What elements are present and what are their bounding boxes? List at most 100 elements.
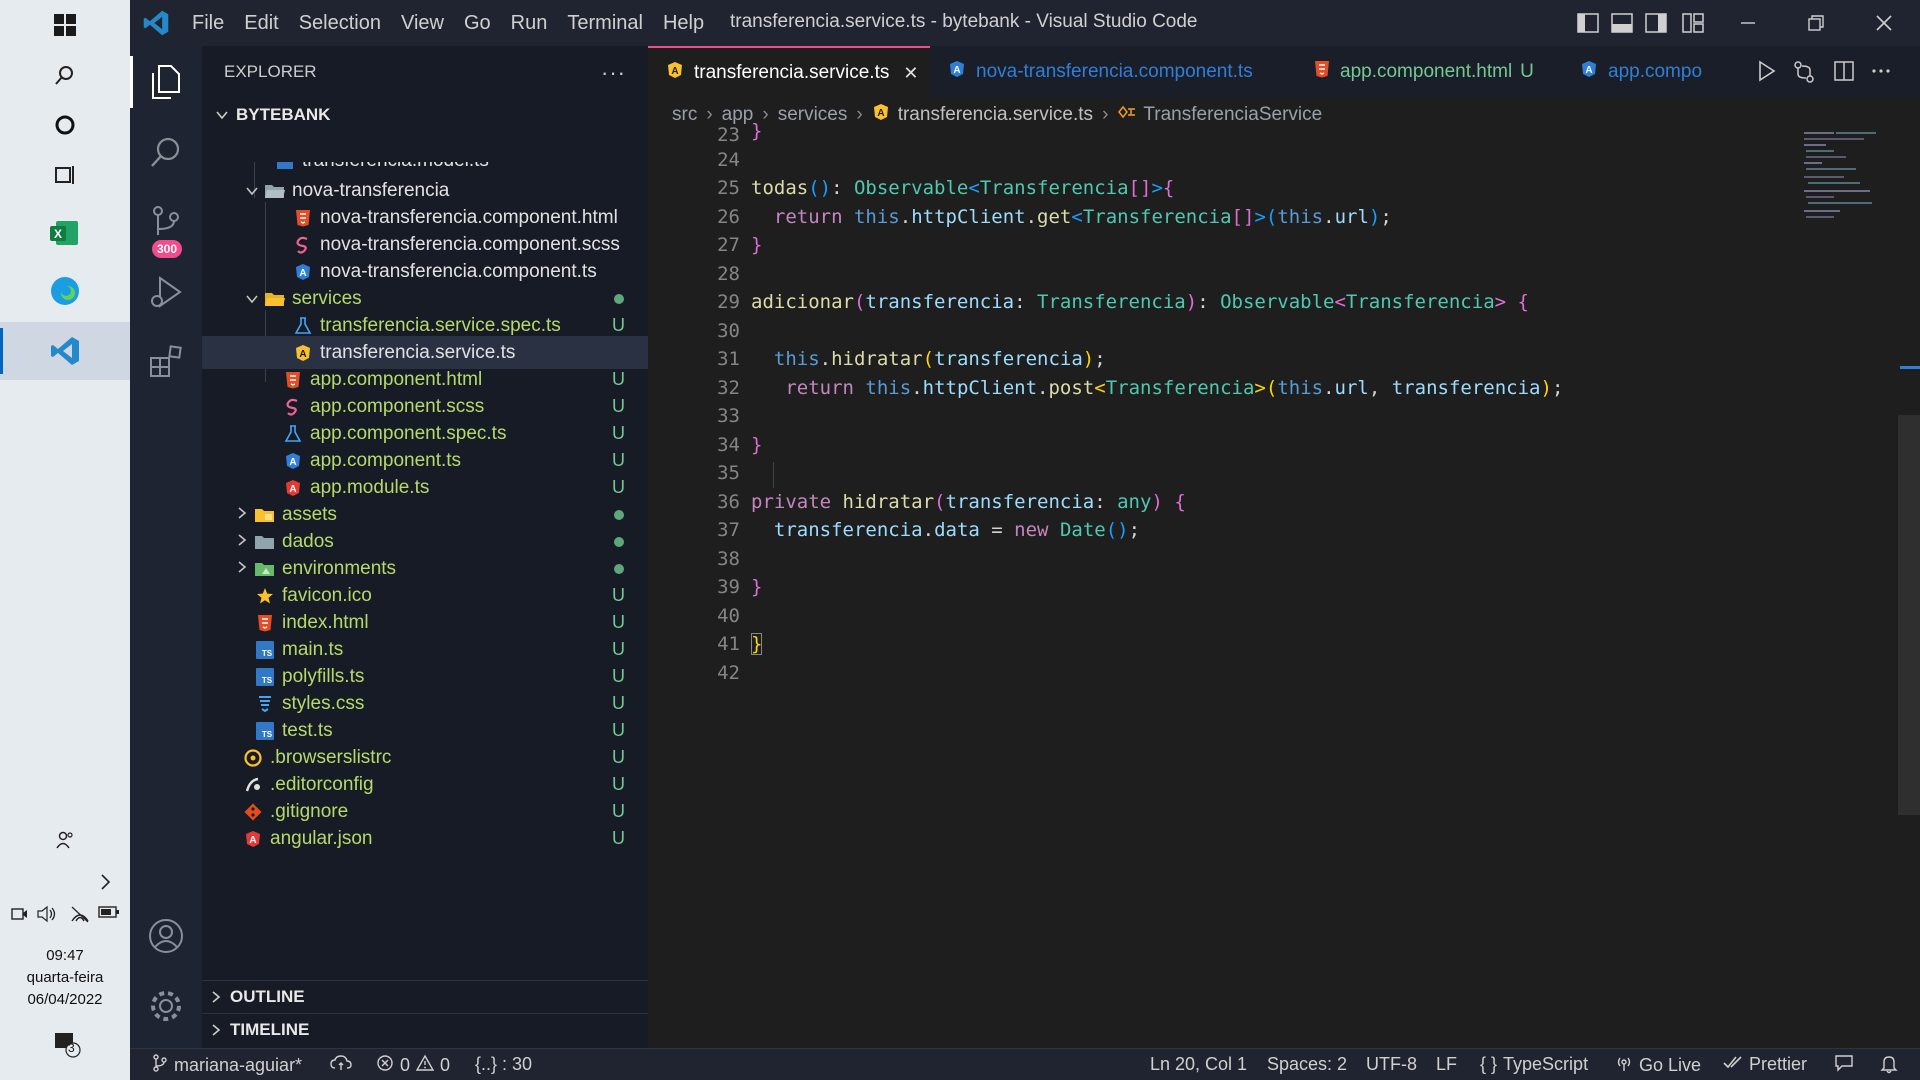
browserslist-icon [240,748,266,767]
code-line-27: } [751,234,763,256]
warning-count: 0 [440,1055,451,1075]
tab-transferencia-service[interactable]: A transferencia.service.ts ✕ [648,46,930,98]
line-number: 33 [717,405,740,427]
outline-section-header[interactable]: OUTLINE [202,980,648,1013]
cortana-icon[interactable] [0,100,130,150]
menu-selection[interactable]: Selection [289,12,391,35]
go-live-button[interactable]: Go Live [1615,1054,1701,1077]
volume-icon[interactable] [36,905,58,927]
tab-label: nova-transferencia.component.ts [976,61,1253,82]
encoding-indicator[interactable]: UTF-8 [1366,1054,1417,1075]
chevron-right-icon [232,533,252,550]
svg-text:A: A [671,66,678,77]
task-view-icon[interactable] [0,150,130,200]
bracket-pairs-indicator[interactable]: {..} : 30 [475,1054,532,1075]
indentation-indicator[interactable]: Spaces: 2 [1267,1054,1347,1075]
close-window-icon[interactable] [1866,8,1902,38]
tree-item-angular-json[interactable]: A angular.json U [202,822,648,855]
vscode-taskbar-icon[interactable] [0,322,130,380]
battery-icon[interactable] [98,905,120,923]
menu-edit[interactable]: Edit [234,12,288,35]
source-control-icon[interactable]: 300 [130,190,202,258]
line-number: 36 [717,491,740,513]
wifi-icon[interactable] [70,905,90,927]
minimize-icon[interactable] [1730,8,1766,38]
tree-item-label: main.ts [282,638,344,660]
menu-help[interactable]: Help [653,12,714,35]
menu-view[interactable]: View [391,12,454,35]
search-view-icon[interactable] [130,120,202,184]
prettier-indicator[interactable]: Prettier [1723,1054,1807,1075]
svg-text:A: A [1585,65,1592,76]
explorer-sidebar: EXPLORER ··· BYTEBANK transferencia.mode… [202,46,648,1048]
split-editor-icon[interactable] [1833,60,1855,87]
feedback-icon[interactable] [1834,1054,1854,1072]
branch-name: mariana-aguiar* [174,1055,303,1075]
tree-item-label: .gitignore [270,800,349,822]
explorer-more-actions-button[interactable]: ··· [601,60,626,86]
code-editor[interactable]: 23 24 25 26 27 28 29 30 31 32 33 34 35 3… [648,120,1920,1048]
menu-terminal[interactable]: Terminal [557,12,653,35]
tab-close-icon[interactable]: ✕ [903,63,918,84]
breadcrumb: src › app › services › A transferencia.s… [648,98,1920,132]
restore-icon[interactable] [1798,8,1834,38]
tree-item-label: transferencia.service.spec.ts [320,314,561,336]
menu-file[interactable]: File [182,12,234,35]
tab-app-component-html[interactable]: app.component.html U [1296,46,1562,98]
tree-item-label: environments [282,557,397,579]
compare-changes-icon[interactable] [1792,60,1816,89]
breadcrumb-app[interactable]: app [722,104,754,126]
excel-icon[interactable]: X [0,208,130,258]
cursor-position[interactable]: Ln 20, Col 1 [1150,1054,1247,1075]
notification-center-icon[interactable]: 3 [52,1030,82,1065]
run-and-debug-icon[interactable] [130,260,202,324]
editorconfig-icon [240,776,266,794]
notifications-bell-icon[interactable] [1880,1054,1898,1074]
edge-icon[interactable] [0,266,130,316]
tab-nova-transferencia-component[interactable]: A nova-transferencia.component.ts [930,46,1296,98]
toggle-secondary-sidebar-icon[interactable] [1638,8,1674,38]
meet-now-icon[interactable] [10,905,28,927]
tab-app-component-ts[interactable]: A app.compo [1562,46,1712,98]
git-status-untracked: U [612,828,625,848]
git-status-untracked: U [612,747,625,767]
tree-item-label: angular.json [270,827,373,849]
extensions-icon[interactable] [130,330,202,394]
angular-file-icon: A [240,830,266,848]
windows-start-icon[interactable] [0,0,130,50]
language-mode[interactable]: { } TypeScript [1480,1054,1588,1075]
more-actions-icon[interactable] [1870,60,1892,87]
customize-layout-icon[interactable] [1675,8,1711,38]
branch-indicator[interactable]: mariana-aguiar* [152,1054,302,1077]
manage-gear-icon[interactable] [130,974,202,1038]
people-icon[interactable] [0,820,130,860]
breadcrumb-symbol[interactable]: TransferenciaService [1143,104,1322,126]
workspace-section-header[interactable]: BYTEBANK [202,98,648,131]
clock-day: quarta-feira [26,969,104,986]
tree-item-label: app.component.ts [310,449,462,471]
timeline-section-header[interactable]: TIMELINE [202,1013,648,1046]
git-status-untracked: U [612,774,625,794]
search-icon[interactable] [0,50,130,100]
menu-go[interactable]: Go [454,12,501,35]
explorer-icon[interactable] [130,50,202,114]
editor-scrollbar-thumb[interactable] [1898,415,1920,815]
toggle-primary-sidebar-icon[interactable] [1570,8,1606,38]
minimap[interactable] [1802,132,1898,232]
accounts-icon[interactable] [130,904,202,968]
menu-run[interactable]: Run [501,12,558,35]
breadcrumb-src[interactable]: src [672,104,697,126]
run-icon[interactable] [1756,60,1776,87]
tree-item-label: dados [282,530,334,552]
eol-indicator[interactable]: LF [1436,1054,1457,1075]
taskbar-clock[interactable]: 09:47 quarta-feira 06/04/2022 [0,945,130,1011]
angular-component-icon: A [280,452,306,470]
angular-service-icon: A [666,61,684,85]
sync-icon[interactable] [330,1054,352,1072]
notification-count: 3 [68,1041,75,1055]
toggle-panel-icon[interactable] [1604,8,1640,38]
tree-item-label: app.component.html [310,368,483,390]
breadcrumb-services[interactable]: services [778,104,848,126]
breadcrumb-file[interactable]: transferencia.service.ts [898,104,1093,126]
problems-indicator[interactable]: 0 0 [376,1054,450,1077]
